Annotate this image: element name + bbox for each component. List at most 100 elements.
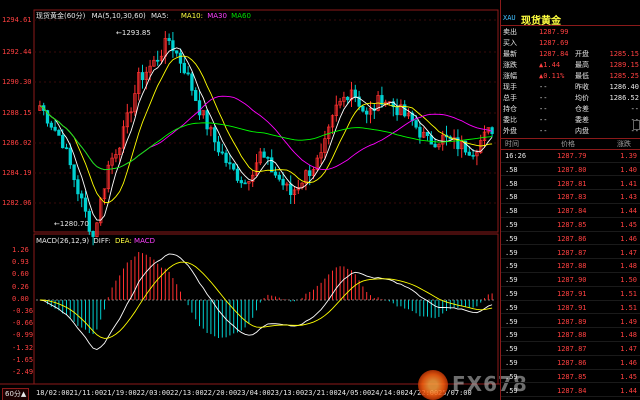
tick-price: 1287.88 bbox=[557, 262, 587, 271]
macd-tick-label: -0.99 bbox=[12, 331, 34, 340]
candle bbox=[482, 125, 487, 148]
candle bbox=[76, 175, 80, 202]
quote-label: 买入 bbox=[503, 39, 517, 47]
time-tick-label: 22/13:00 bbox=[170, 389, 204, 397]
tick-row: .59 1287.86 1.46 bbox=[501, 234, 640, 246]
tick-time: .59 bbox=[505, 248, 518, 257]
tick-row: .59 1287.91 1.51 bbox=[501, 303, 640, 315]
candle bbox=[197, 91, 202, 120]
macd-tick-label: 0.26 bbox=[12, 282, 29, 291]
quote-label-2: 仓差 bbox=[575, 105, 589, 113]
ma5-line bbox=[39, 47, 493, 221]
quote-row: 外盘 -- 内盘 -- bbox=[501, 126, 640, 137]
candle bbox=[327, 124, 331, 145]
candle bbox=[64, 143, 69, 150]
tick-row: .59 1287.90 1.50 bbox=[501, 275, 640, 287]
tick-time: .58 bbox=[505, 193, 518, 202]
time-tick-label: 24/05:00 bbox=[337, 389, 372, 397]
candle bbox=[110, 152, 114, 175]
quote-value: -- bbox=[539, 94, 548, 102]
candle bbox=[380, 86, 384, 108]
scroll-handle[interactable] bbox=[633, 120, 640, 130]
candle bbox=[182, 56, 186, 75]
tick-time: .59 bbox=[505, 303, 518, 312]
ma60-line bbox=[39, 105, 493, 171]
candle bbox=[152, 55, 156, 67]
ticks-header-time: 时间 bbox=[505, 140, 519, 148]
tick-change: 1.41 bbox=[620, 179, 637, 188]
candle bbox=[194, 87, 198, 102]
candle bbox=[475, 149, 479, 166]
ticks-header-change: 涨跌 bbox=[617, 140, 631, 148]
candle bbox=[353, 84, 357, 103]
quote-label: 涨幅 bbox=[503, 72, 517, 80]
tick-change: 1.46 bbox=[620, 359, 637, 367]
tick-row: .58 1287.83 1.43 bbox=[501, 192, 640, 204]
tick-change: 1.44 bbox=[620, 386, 637, 395]
ma-label: MA(5,10,30,60) bbox=[91, 12, 146, 20]
chart-title: 现货黄金 bbox=[36, 12, 64, 20]
candle bbox=[125, 103, 129, 134]
ma10-label: MA10: bbox=[180, 12, 203, 20]
symbol-name: 现货黄金 bbox=[521, 16, 561, 27]
quote-value: -- bbox=[539, 83, 548, 91]
price-tick-label: 1288.15 bbox=[2, 109, 32, 117]
chart-legend: 现货黄金(60分) MA(5,10,30,60) MA5: MA10: MA30… bbox=[36, 12, 251, 21]
tick-price: 1287.89 bbox=[557, 317, 587, 326]
candle bbox=[243, 179, 247, 185]
ticks-header: 时间 价格 涨跌 bbox=[501, 138, 640, 150]
candle bbox=[216, 136, 221, 156]
tick-change: 1.51 bbox=[620, 290, 637, 298]
tick-change: 1.45 bbox=[620, 372, 637, 381]
tick-row: .58 1287.80 1.40 bbox=[501, 165, 640, 177]
candle bbox=[334, 95, 338, 122]
candle bbox=[220, 143, 224, 155]
candle bbox=[429, 131, 433, 145]
quote-label-2: 均价 bbox=[575, 94, 589, 102]
quote-label-2: 最低 bbox=[575, 72, 589, 80]
candle bbox=[422, 127, 426, 139]
tick-price: 1287.90 bbox=[557, 276, 587, 285]
candle bbox=[167, 33, 171, 46]
tick-time: .59 bbox=[505, 331, 518, 340]
candle bbox=[456, 129, 460, 157]
quote-row: 涨幅 ▲0.11% 最低 1285.25 bbox=[501, 71, 640, 82]
time-tick-label: 23/13:00 bbox=[270, 389, 305, 397]
quote-label-2: 开盘 bbox=[575, 50, 589, 58]
candle bbox=[232, 163, 236, 171]
period-button[interactable]: 60分▲ bbox=[2, 388, 30, 400]
candle bbox=[361, 105, 365, 113]
candle bbox=[49, 120, 53, 131]
tick-price: 1287.84 bbox=[557, 207, 587, 216]
candle bbox=[224, 149, 228, 167]
high-marker: ←1293.85 bbox=[116, 29, 151, 37]
tick-change: 1.39 bbox=[620, 152, 637, 160]
candle bbox=[437, 143, 441, 150]
time-tick-label: 21/11:00 bbox=[69, 389, 104, 397]
tick-price: 1287.91 bbox=[557, 303, 587, 312]
macd-tick-label: -0.36 bbox=[12, 307, 34, 315]
candle bbox=[304, 169, 308, 191]
quote-label-2: 最高 bbox=[575, 61, 589, 69]
tick-time: 16:26 bbox=[505, 152, 527, 160]
tick-price: 1287.91 bbox=[557, 290, 587, 298]
tick-price: 1287.84 bbox=[557, 386, 587, 395]
candle bbox=[372, 104, 376, 120]
quote-row: 涨跌 ▲1.44 最高 1289.15 bbox=[501, 60, 640, 71]
candle bbox=[262, 148, 266, 158]
tick-time: .59 bbox=[505, 262, 518, 271]
tick-price: 1287.85 bbox=[557, 372, 587, 381]
quote-value: 1287.84 bbox=[539, 50, 569, 58]
ticks-header-price: 价格 bbox=[561, 140, 575, 148]
candlestick-chart[interactable] bbox=[0, 0, 500, 400]
tick-time: .59 bbox=[505, 234, 518, 243]
tick-time: .59 bbox=[505, 386, 518, 395]
candle bbox=[72, 164, 76, 188]
candle bbox=[205, 108, 209, 136]
time-tick-label: 22/20:00 bbox=[203, 389, 238, 397]
quote-value: -- bbox=[539, 127, 548, 135]
quote-row: 持仓 -- 仓差 -- bbox=[501, 104, 640, 115]
dea-label: DEA: bbox=[114, 237, 132, 245]
time-tick-label: 23/04:00 bbox=[237, 389, 271, 397]
quote-label: 涨跌 bbox=[503, 61, 517, 69]
